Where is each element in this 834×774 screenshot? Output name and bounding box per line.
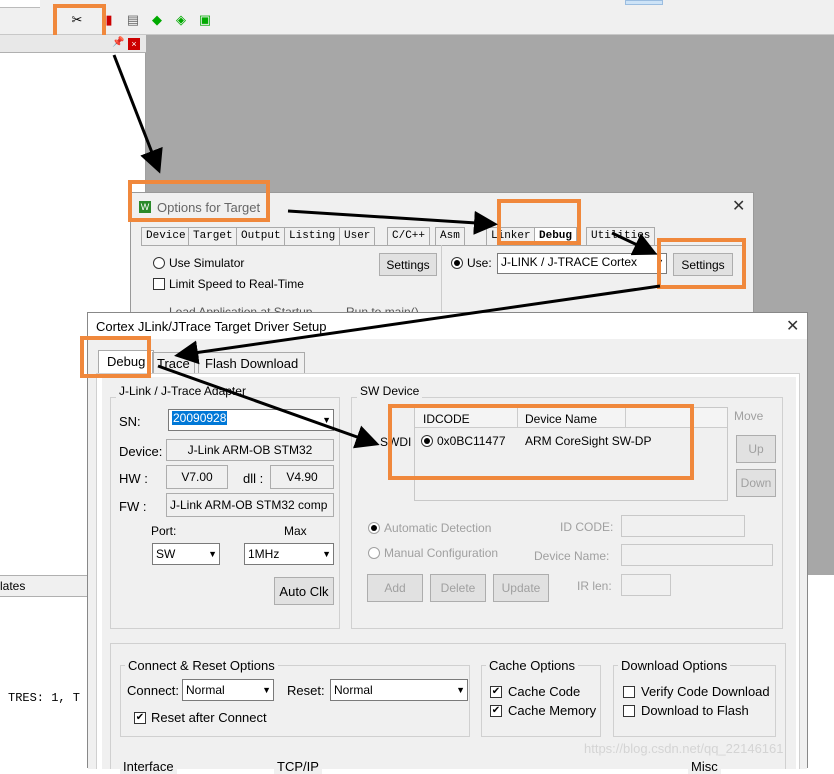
arrow-settings-to-setup [174, 284, 661, 365]
arrow-tab-to-swdevice [157, 364, 380, 449]
arrow-debug-to-settings [611, 231, 658, 256]
arrow-toolbar-to-options [112, 54, 163, 174]
arrow-title-to-debug [287, 209, 498, 235]
annotation-arrows [112, 54, 661, 449]
